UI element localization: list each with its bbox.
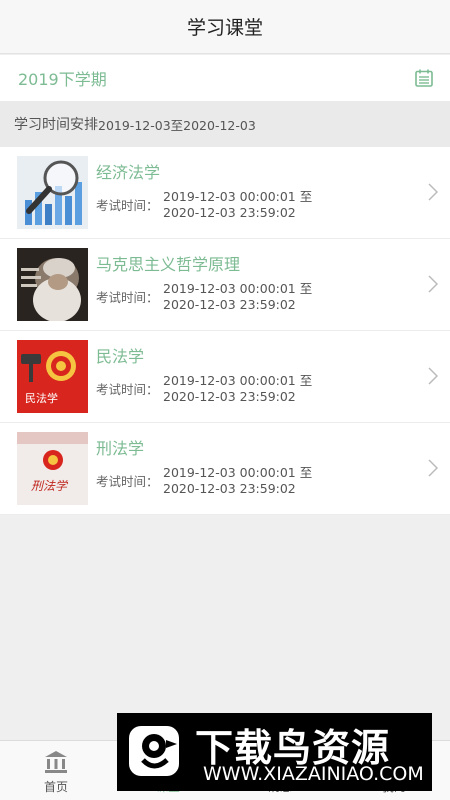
exam-time-label: 考试时间：: [96, 474, 159, 489]
tab-label: 首页: [43, 780, 68, 794]
page-title: 学习课堂: [186, 17, 263, 39]
course-title: 马克思主义哲学原理: [96, 255, 241, 274]
chevron-right-icon: [428, 459, 438, 477]
course-title: 经济法学: [96, 163, 161, 182]
course-title: 刑法学: [96, 439, 145, 458]
exam-start-time: 2019-12-03 00:00:01 至: [163, 373, 313, 388]
exam-end-time: 2020-12-03 23:59:02: [163, 481, 296, 496]
course-thumbnail: [17, 248, 88, 321]
course-item[interactable]: 马克思主义哲学原理 考试时间： 2019-12-03 00:00:01 至 20…: [0, 239, 450, 331]
exam-time-label: 考试时间：: [96, 290, 159, 305]
exam-time-label: 考试时间：: [96, 198, 159, 213]
calendar-icon[interactable]: [414, 68, 434, 88]
course-thumbnail: 刑法学: [17, 432, 88, 505]
watermark-banner: 下载鸟资源 WWW.XIAZAINIAO.COM: [117, 713, 432, 791]
chevron-right-icon: [428, 183, 438, 201]
exam-start-time: 2019-12-03 00:00:01 至: [163, 281, 313, 296]
chevron-right-icon: [428, 275, 438, 293]
exam-end-time: 2020-12-03 23:59:02: [163, 205, 296, 220]
tab-home[interactable]: 首页: [16, 749, 96, 795]
bird-logo-icon: [129, 726, 179, 776]
thumbnail-caption: 民法学: [25, 391, 58, 405]
course-item[interactable]: 经济法学 考试时间： 2019-12-03 00:00:01 至 2020-12…: [0, 147, 450, 239]
exam-time-label: 考试时间：: [96, 382, 159, 397]
watermark-url: WWW.XIAZAINIAO.COM: [203, 763, 424, 785]
course-thumbnail: [17, 156, 88, 229]
exam-end-time: 2020-12-03 23:59:02: [163, 389, 296, 404]
schedule-bar: 学习时间安排 2019-12-03至2020-12-03: [0, 101, 450, 147]
term-label: 2019下学期: [18, 70, 107, 89]
schedule-label: 学习时间安排: [14, 117, 98, 133]
exam-start-time: 2019-12-03 00:00:01 至: [163, 465, 313, 480]
course-list: 经济法学 考试时间： 2019-12-03 00:00:01 至 2020-12…: [0, 147, 450, 515]
course-thumbnail: 民法学: [17, 340, 88, 413]
exam-start-time: 2019-12-03 00:00:01 至: [163, 189, 313, 204]
course-title: 民法学: [96, 347, 145, 366]
schedule-range: 2019-12-03至2020-12-03: [98, 117, 256, 133]
chevron-right-icon: [428, 367, 438, 385]
course-item[interactable]: 民法学 民法学 考试时间： 2019-12-03 00:00:01 至 2020…: [0, 331, 450, 423]
thumbnail-caption: 刑法学: [31, 479, 69, 493]
term-bar[interactable]: 2019下学期: [0, 55, 450, 101]
course-item[interactable]: 刑法学 刑法学 考试时间： 2019-12-03 00:00:01 至 2020…: [0, 423, 450, 515]
exam-end-time: 2020-12-03 23:59:02: [163, 297, 296, 312]
home-icon: [45, 751, 67, 773]
header: 学习课堂: [0, 0, 450, 54]
